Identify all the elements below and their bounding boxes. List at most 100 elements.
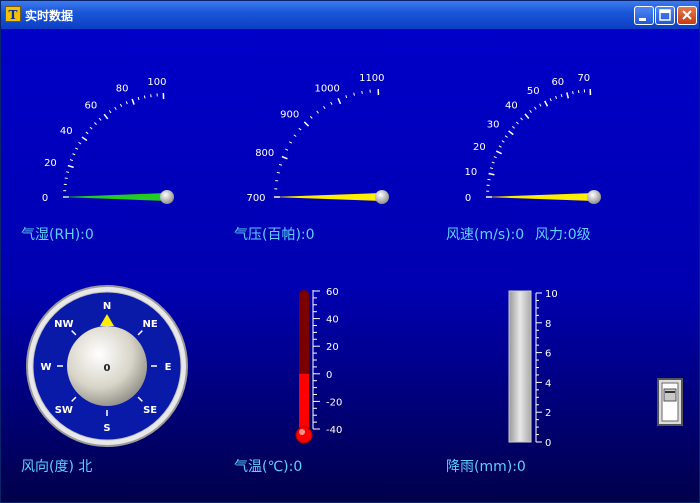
humidity-label: 气湿(RH):0 <box>21 227 94 243</box>
gauge-tick-label: 1100 <box>359 73 384 84</box>
gauge-tick <box>278 163 283 166</box>
title-bar[interactable]: T 实时数据 <box>1 1 699 29</box>
gauge-tick-label: 800 <box>255 148 274 159</box>
gauge-tick-label: 0 <box>465 193 471 204</box>
gauge-tick <box>544 100 549 107</box>
gauge-tick-label: 700 <box>246 193 265 204</box>
rain-gauge: 10 8 6 4 2 0 <box>508 289 558 449</box>
gauge-tick <box>131 98 135 105</box>
thermometer-tick-label: 0 <box>326 370 332 381</box>
gauge-tick-label: 40 <box>505 101 518 112</box>
gauge-tick-label: 70 <box>577 73 590 84</box>
maximize-icon <box>659 9 671 21</box>
toggle-switch[interactable] <box>657 378 683 426</box>
gauge-tick <box>94 122 97 125</box>
gauge-tick-label: 900 <box>280 110 299 121</box>
gauge-tick <box>285 148 289 151</box>
gauge-tick <box>560 93 563 98</box>
instrument-canvas: 020406080100 70080090010001100 010203040… <box>26 73 683 449</box>
compass-direction-n: N <box>103 301 111 312</box>
gauge-tick <box>72 153 76 156</box>
wind-force-label: 风力:0级 <box>535 227 591 243</box>
thermometer-tick-label: -40 <box>326 425 342 436</box>
gauge-tick <box>81 136 88 142</box>
compass-center-value: 0 <box>104 363 111 374</box>
maximize-button[interactable] <box>655 6 675 25</box>
compass-direction-nw: NW <box>54 319 73 330</box>
gauge-tick <box>337 98 342 105</box>
gauge-tick <box>504 135 508 138</box>
gauge-tick <box>66 171 70 173</box>
gauge-tick <box>89 126 93 130</box>
window-title: 实时数据 <box>25 9 74 23</box>
gauge-tick <box>508 130 514 136</box>
rain-tick-label: 6 <box>545 349 551 360</box>
gauge-tick <box>495 150 502 155</box>
gauge-tick <box>529 109 532 113</box>
gauge-tick <box>488 172 495 176</box>
gauge-tick <box>67 164 74 169</box>
gauge-tick-label: 80 <box>116 84 129 95</box>
gauge-tick <box>69 159 73 162</box>
app-logo-icon: T <box>5 6 21 22</box>
wind-speed-gauge: 0102030405060 70 <box>465 73 601 204</box>
gauge-tick <box>555 95 558 100</box>
gauge-tick <box>303 121 310 127</box>
gauge-tick <box>75 147 79 150</box>
thermometer-bulb-highlight <box>299 429 305 435</box>
compass-direction-ne: NE <box>143 319 158 330</box>
gauge-tick <box>515 121 519 125</box>
gauge-tick <box>288 141 293 144</box>
gauge-tick <box>520 117 523 121</box>
compass-direction-sw: SW <box>55 405 73 416</box>
close-button[interactable] <box>677 6 697 25</box>
gauge-tick <box>511 125 515 129</box>
gauge-tick <box>489 167 494 170</box>
gauge-tick <box>114 106 117 110</box>
wind-speed-hub <box>587 190 601 204</box>
pressure-hub <box>375 190 389 204</box>
gauge-tick-label: 10 <box>465 167 478 178</box>
rain-label: 降雨(mm):0 <box>446 459 526 475</box>
gauge-tick-label: 0 <box>42 193 48 204</box>
gauge-tick <box>493 156 497 159</box>
thermometer: 60 40 20 0 -20 -40 <box>295 287 342 444</box>
gauge-tick <box>524 113 530 120</box>
gauge-tick-label: 60 <box>551 77 564 88</box>
gauge-tick-label: 1000 <box>314 83 339 94</box>
thermometer-bulb <box>295 426 313 444</box>
close-icon <box>682 10 692 20</box>
rain-tick-label: 10 <box>545 289 558 300</box>
gauge-tick <box>119 103 123 107</box>
gauge-tick <box>572 91 574 95</box>
gauge-tick <box>323 105 326 110</box>
compass-direction-se: SE <box>143 405 157 416</box>
gauge-tick <box>143 95 146 99</box>
gauge-tick-label: 100 <box>147 77 166 88</box>
temperature-label: 气温(℃):0 <box>234 459 303 475</box>
gauge-tick <box>353 92 355 96</box>
gauge-tick <box>103 113 109 120</box>
humidity-needle <box>61 193 167 201</box>
gauge-tick-label: 40 <box>60 126 73 137</box>
gauge-tick <box>549 98 552 102</box>
app-window: T 实时数据 0 20 40 60 80 100 700 800 900 100… <box>0 0 700 503</box>
minimize-icon <box>639 18 646 21</box>
gauge-tick <box>534 106 537 110</box>
thermometer-mercury <box>299 373 309 435</box>
thermometer-tick-label: 20 <box>326 342 339 353</box>
gauge-tick-label: 30 <box>487 120 500 131</box>
wind-direction-label: 风向(度) 北 <box>21 459 93 475</box>
humidity-gauge: 0 20 40 60 80 100 <box>42 77 174 204</box>
gauge-tick <box>293 134 297 137</box>
thermometer-tick-label: -20 <box>326 397 342 408</box>
gauge-tick <box>276 171 280 174</box>
gauge-tick <box>316 110 319 114</box>
pressure-needle <box>272 193 382 201</box>
gauge-tick <box>491 161 495 164</box>
gauge-tick <box>361 90 363 94</box>
minimize-button[interactable] <box>634 6 654 25</box>
gauge-tick <box>566 92 570 99</box>
wind-speed-label: 风速(m/s):0 <box>446 227 525 243</box>
gauge-tick <box>125 101 128 105</box>
